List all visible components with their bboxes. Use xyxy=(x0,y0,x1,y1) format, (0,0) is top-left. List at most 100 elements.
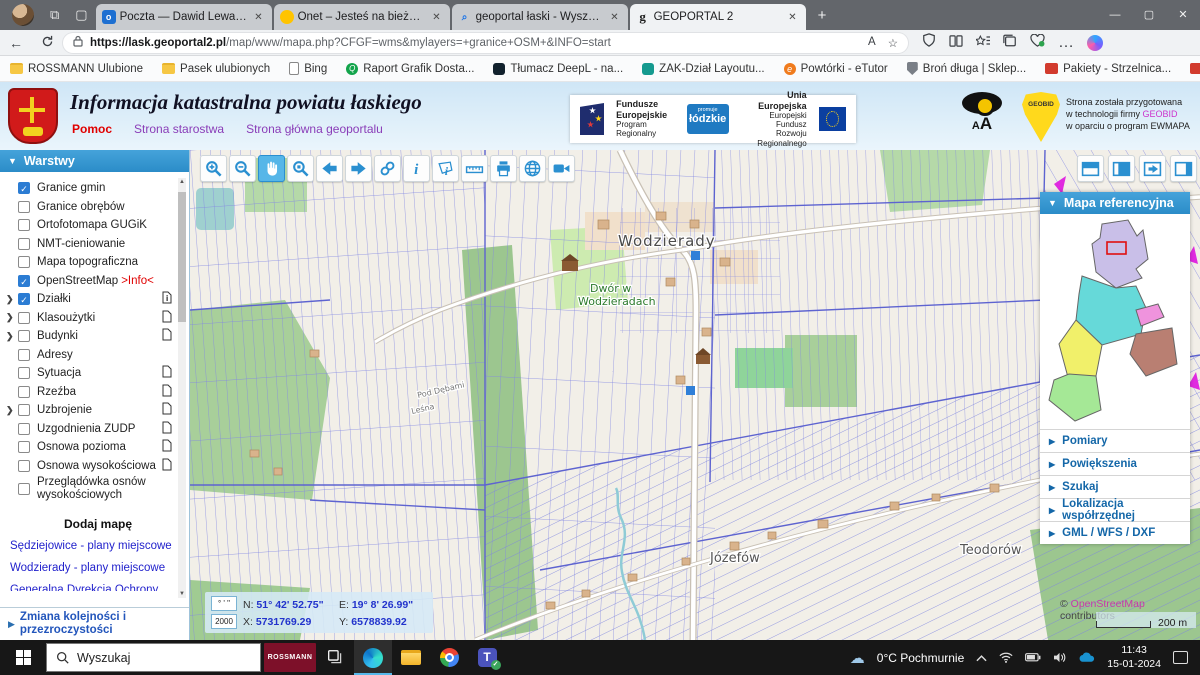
panel-left-icon[interactable] xyxy=(1108,155,1135,182)
globe-icon[interactable] xyxy=(519,155,546,182)
starostwo-link[interactable]: Strona starostwa xyxy=(134,122,224,136)
close-tab-icon[interactable]: ✕ xyxy=(429,12,443,23)
select-info-icon[interactable]: i xyxy=(432,155,459,182)
layer-row[interactable]: Adresy xyxy=(6,346,190,365)
bookmark-item[interactable]: QRaport Grafik Dosta... xyxy=(346,63,474,75)
checkbox[interactable] xyxy=(18,386,30,398)
checkbox[interactable] xyxy=(18,460,30,472)
expand-chevron-icon[interactable]: ❯ xyxy=(6,405,18,416)
battery-icon[interactable] xyxy=(1025,653,1041,662)
metadata-doc-icon[interactable] xyxy=(162,458,172,474)
close-tab-icon[interactable]: ✕ xyxy=(607,12,621,23)
accordion-szukaj[interactable]: ▶Szukaj xyxy=(1040,475,1190,498)
geoportal-home-link[interactable]: Strona główna geoportalu xyxy=(246,122,383,136)
favorite-star-icon[interactable]: ☆ xyxy=(888,36,898,50)
expand-chevron-icon[interactable]: ❯ xyxy=(6,294,18,305)
bookmark-item[interactable]: ePowtórki - eTutor xyxy=(784,63,888,75)
layer-row[interactable]: ✓OpenStreetMap>Info< xyxy=(6,272,190,291)
osm-info-link[interactable]: >Info< xyxy=(121,275,154,287)
accordion-powiekszenia[interactable]: ▶Powiększenia xyxy=(1040,452,1190,475)
hidden-icons-chevron[interactable] xyxy=(976,654,987,662)
print-icon[interactable] xyxy=(490,155,517,182)
map-marker[interactable] xyxy=(686,386,695,395)
scale-value[interactable]: 2000 xyxy=(211,614,237,629)
browser-essentials-icon[interactable] xyxy=(1030,34,1045,52)
bookmark-item[interactable]: Bing xyxy=(289,62,327,75)
more-menu-icon[interactable]: … xyxy=(1058,34,1074,52)
layer-order-link[interactable]: ▶ Zmiana kolejności i przezroczystości xyxy=(0,607,189,640)
zoom-in-icon[interactable] xyxy=(200,155,227,182)
bookmark-item[interactable]: Tłumacz DeepL - na... xyxy=(493,63,623,75)
reference-minimap[interactable] xyxy=(1040,214,1190,424)
weather-text[interactable]: 0°C Pochmurnie xyxy=(877,651,965,665)
speaker-icon[interactable] xyxy=(1053,652,1066,663)
accordion-lokalizacja[interactable]: ▶Lokalizacja współrzędnej xyxy=(1040,498,1190,521)
layer-row[interactable]: Przeglądówka osnów wysokościowych xyxy=(6,475,190,503)
arrow-forward-icon[interactable] xyxy=(345,155,372,182)
layer-row[interactable]: Rzeźba xyxy=(6,383,190,402)
address-bar[interactable]: https://lask.geoportal2.pl/map/www/mapa.… xyxy=(63,33,908,53)
panel-right-icon[interactable] xyxy=(1170,155,1197,182)
notification-center-icon[interactable] xyxy=(1173,651,1188,664)
layer-row[interactable]: ✓Granice gmin xyxy=(6,179,190,198)
scroll-up-arrow-icon[interactable]: ▲ xyxy=(178,179,186,185)
expand-chevron-icon[interactable]: ❯ xyxy=(6,312,18,323)
checkbox[interactable] xyxy=(18,367,30,379)
map-link-sedziejowice[interactable]: Sędziejowice - plany miejscowe xyxy=(6,535,190,557)
geobid-brand-link[interactable]: GEOBID xyxy=(1143,109,1178,119)
accordion-pomiary[interactable]: ▶Pomiary xyxy=(1040,429,1190,452)
metadata-doc-icon[interactable] xyxy=(162,439,172,455)
favorites-list-icon[interactable] xyxy=(976,34,990,52)
zoom-box-icon[interactable] xyxy=(287,155,314,182)
checkbox[interactable]: ✓ xyxy=(18,182,30,194)
bookmark-item[interactable]: Strzelnica RP - Strze... xyxy=(1190,63,1200,75)
tab-poczta[interactable]: o Poczta — Dawid Lewandowski — ✕ xyxy=(96,4,272,30)
checkbox[interactable]: ✓ xyxy=(18,275,30,287)
layer-row[interactable]: Sytuacja xyxy=(6,364,190,383)
map-link-wodzierady[interactable]: Wodzierady - plany miejscowe xyxy=(6,557,190,579)
panel-top-icon[interactable] xyxy=(1077,155,1104,182)
checkbox[interactable] xyxy=(18,312,30,324)
collections-icon[interactable] xyxy=(1003,34,1017,52)
minimize-button[interactable]: — xyxy=(1098,0,1132,30)
dms-unit-toggle[interactable]: ° ' " xyxy=(211,596,237,611)
rossmann-app-button[interactable]: ROSSMANN xyxy=(264,643,316,672)
refresh-icon[interactable] xyxy=(41,35,54,51)
metadata-doc-icon[interactable] xyxy=(162,328,172,344)
help-link[interactable]: Pomoc xyxy=(72,122,112,136)
taskbar-chrome-icon[interactable] xyxy=(430,640,468,675)
checkbox[interactable] xyxy=(18,423,30,435)
weather-cloud-icon[interactable]: ☁ xyxy=(850,649,865,667)
tab-actions-icon[interactable]: ⧉ xyxy=(50,7,59,23)
measure-icon[interactable] xyxy=(461,155,488,182)
checkbox[interactable]: ✓ xyxy=(18,293,30,305)
arrow-back-icon[interactable] xyxy=(316,155,343,182)
layer-row[interactable]: Granice obrębów xyxy=(6,198,190,217)
tab-search[interactable]: ⌕ geoportal łaski - Wyszukaj ✕ xyxy=(452,4,628,30)
checkbox[interactable] xyxy=(18,201,30,213)
metadata-doc-icon[interactable] xyxy=(162,384,172,400)
scroll-down-arrow-icon[interactable]: ▼ xyxy=(178,591,186,597)
checkbox[interactable] xyxy=(18,483,30,495)
taskbar-edge-icon[interactable] xyxy=(354,640,392,675)
layers-panel-header[interactable]: ▼Warstwy xyxy=(0,150,189,172)
taskbar-explorer-icon[interactable] xyxy=(392,640,430,675)
pan-hand-icon[interactable] xyxy=(258,155,285,182)
wifi-icon[interactable] xyxy=(999,652,1013,663)
layer-row[interactable]: ❯Uzbrojenie xyxy=(6,401,190,420)
openstreetmap-link[interactable]: OpenStreetMap xyxy=(1071,598,1145,610)
metadata-doc-icon[interactable] xyxy=(162,421,172,437)
split-screen-icon[interactable] xyxy=(949,34,963,52)
checkbox[interactable] xyxy=(18,238,30,250)
layer-row[interactable]: ❯✓Działkii xyxy=(6,290,190,309)
vertical-tabs-icon[interactable]: ▢ xyxy=(75,7,87,23)
layer-row[interactable]: Osnowa pozioma xyxy=(6,438,190,457)
copilot-icon[interactable] xyxy=(1087,35,1103,51)
map-link-gdos[interactable]: Generalna Dyrekcja Ochrony xyxy=(6,579,190,591)
taskbar-teams-icon[interactable]: T xyxy=(468,640,506,675)
layer-row[interactable]: ❯Budynki xyxy=(6,327,190,346)
checkbox[interactable] xyxy=(18,404,30,416)
info-icon[interactable]: i xyxy=(403,155,430,182)
map-marker[interactable] xyxy=(691,251,700,260)
maximize-button[interactable]: ▢ xyxy=(1132,0,1166,30)
